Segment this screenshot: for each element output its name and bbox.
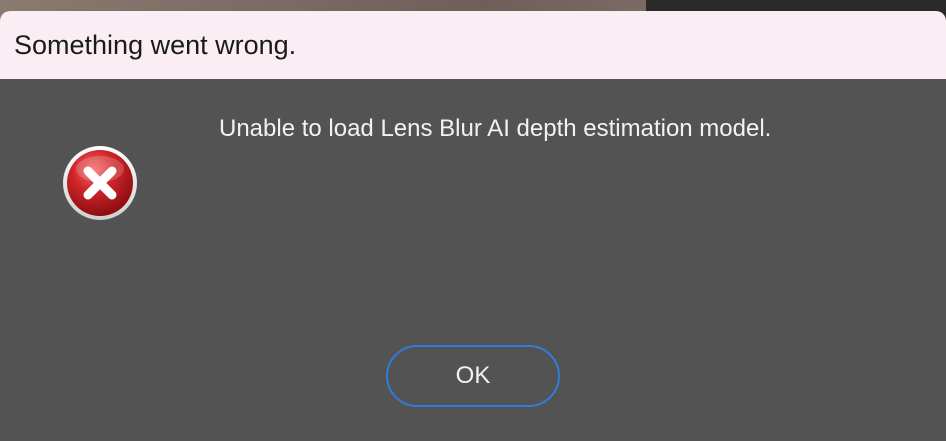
dialog-titlebar: Something went wrong. [0, 11, 946, 79]
error-icon [62, 145, 138, 221]
dialog-title: Something went wrong. [14, 30, 297, 60]
ok-button[interactable]: OK [386, 345, 560, 407]
error-dialog: Something went wrong. Unable to load Len… [0, 11, 946, 441]
error-message: Unable to load Lens Blur AI depth estima… [219, 115, 772, 142]
